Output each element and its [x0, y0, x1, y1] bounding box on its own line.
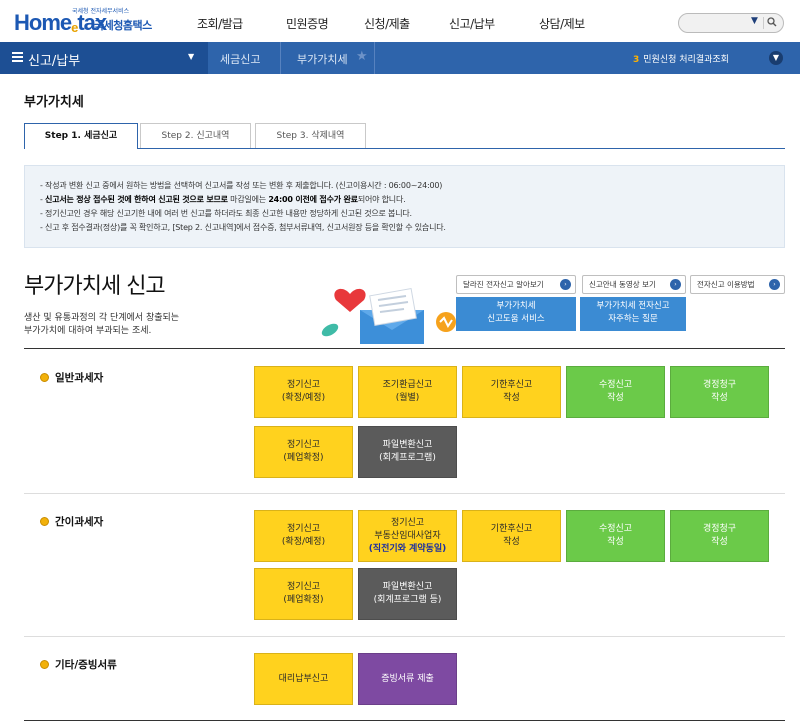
tab-step3[interactable]: Step 3. 삭제내역: [255, 123, 366, 149]
logo-subtitle: 국세청 전자세무서비스: [72, 8, 130, 15]
early-refund-button[interactable]: 조기환급신고 (월별): [358, 366, 457, 418]
arrow-right-icon: ›: [560, 279, 571, 290]
search-icon[interactable]: [767, 17, 777, 27]
file-conversion-button[interactable]: 파일변환신고 (회계프로그램 등): [358, 568, 457, 620]
late-filing-button[interactable]: 기한후신고 작성: [462, 366, 561, 418]
breadcrumb-vat[interactable]: 부가가치세: [297, 51, 348, 67]
section-label-other: 기타/증빙서류: [40, 657, 117, 672]
vat-help-service-button[interactable]: 부가가치세 신고도움 서비스: [456, 297, 576, 331]
section-divider: [24, 348, 785, 349]
menu-filing[interactable]: 신고/납부: [449, 15, 495, 32]
page-title: 부가가치세: [24, 95, 84, 110]
hamburger-icon: [12, 52, 23, 64]
all-menu-button[interactable]: 신고/납부 ▼: [0, 42, 208, 74]
logo-korean: 국세청홈택스: [94, 19, 152, 32]
nav-menu-label: 신고/납부: [28, 54, 81, 69]
info-line: - 정기신고인 경우 해당 신고기한 내에 여러 번 신고를 하더라도 최종 신…: [40, 209, 412, 218]
arrow-right-icon: ›: [670, 279, 681, 290]
section-label-general: 일반과세자: [40, 370, 103, 385]
submit-evidence-button[interactable]: 증빙서류 제출: [358, 653, 457, 705]
section-divider: [24, 720, 785, 721]
chevron-down-icon[interactable]: ▼: [769, 51, 783, 65]
envelope-illustration: [321, 288, 456, 344]
vat-heading: 부가가치세 신고: [24, 274, 166, 299]
bullet-icon: [40, 517, 49, 526]
breadcrumb-divider: [280, 42, 281, 74]
notice-link[interactable]: 3 민원신청 처리결과조회: [633, 52, 729, 65]
top-header: Homeetax 국세청 전자세무서비스 국세청홈택스 조회/발급 민원증명 신…: [0, 0, 800, 42]
nav-bar: 신고/납부 ▼ 세금신고 부가가치세 ★ 3 민원신청 처리결과조회: [0, 42, 800, 74]
menu-certificates[interactable]: 민원증명: [286, 15, 329, 32]
menu-consulting[interactable]: 상담/제보: [539, 15, 585, 32]
correction-claim-button[interactable]: 경정청구 작성: [670, 366, 769, 418]
chevron-down-icon: ▼: [188, 52, 195, 61]
info-line: - 신고서는 정상 접수된 것에 한하여 신고된 것으로 보므로 마감일에는 2…: [40, 195, 406, 204]
search-box[interactable]: ▼: [678, 13, 784, 33]
tabs-underline: [24, 148, 785, 149]
vat-description: 부가가치에 대하여 부과되는 조세.: [24, 326, 152, 336]
tab-step1[interactable]: Step 1. 세금신고: [24, 123, 138, 149]
link-howto[interactable]: 전자신고 이용방법 ›: [690, 275, 785, 294]
search-divider: [763, 17, 764, 29]
section-label-simplified: 간이과세자: [40, 514, 103, 529]
arrow-right-icon: ›: [769, 279, 780, 290]
closure-filing-button[interactable]: 정기신고 (폐업확정): [254, 426, 353, 478]
info-line: - 작성과 변환 신고 중에서 원하는 방법을 선택하여 신고서를 작성 또는 …: [40, 181, 443, 190]
amended-filing-button[interactable]: 수정신고 작성: [566, 366, 665, 418]
chevron-down-icon[interactable]: ▼: [751, 16, 758, 26]
closure-filing-button[interactable]: 정기신고 (폐업확정): [254, 568, 353, 620]
section-divider: [24, 636, 785, 637]
file-conversion-button[interactable]: 파일변환신고 (회계프로그램): [358, 426, 457, 478]
active-tab-gap: [25, 148, 137, 149]
bullet-icon: [40, 373, 49, 382]
info-box: - 작성과 변환 신고 중에서 원하는 방법을 선택하여 신고서를 작성 또는 …: [24, 165, 785, 248]
notice-count: 3: [633, 55, 640, 65]
correction-claim-button[interactable]: 경정청구 작성: [670, 510, 769, 562]
tab-step2[interactable]: Step 2. 신고내역: [140, 123, 251, 149]
regular-filing-button[interactable]: 정기신고 (확정/예정): [254, 366, 353, 418]
menu-application[interactable]: 신청/제출: [364, 15, 410, 32]
regular-filing-button[interactable]: 정기신고 (확정/예정): [254, 510, 353, 562]
favorite-star-icon[interactable]: ★: [356, 49, 368, 64]
breadcrumb-divider: [374, 42, 375, 74]
real-estate-filing-button[interactable]: 정기신고 부동산임대사업자 (직전기와 계약동일): [358, 510, 457, 562]
amended-filing-button[interactable]: 수정신고 작성: [566, 510, 665, 562]
late-filing-button[interactable]: 기한후신고 작성: [462, 510, 561, 562]
info-line: - 신고 후 접수결과(정상)를 꼭 확인하고, [Step 2. 신고내역]에…: [40, 223, 446, 232]
vat-description: 생산 및 유통과정의 각 단계에서 창출되는: [24, 313, 180, 323]
bullet-icon: [40, 660, 49, 669]
link-changes[interactable]: 달라진 전자신고 알아보기 ›: [456, 275, 576, 294]
vat-faq-button[interactable]: 부가가치세 전자신고 자주하는 질문: [580, 297, 686, 331]
proxy-payment-button[interactable]: 대리납부신고: [254, 653, 353, 705]
link-video[interactable]: 신고안내 동영상 보기 ›: [582, 275, 686, 294]
menu-inquiry[interactable]: 조회/발급: [197, 15, 243, 32]
notice-text: 민원신청 처리결과조회: [643, 55, 729, 65]
section-divider: [24, 493, 785, 494]
breadcrumb-tax-filing[interactable]: 세금신고: [220, 51, 260, 67]
